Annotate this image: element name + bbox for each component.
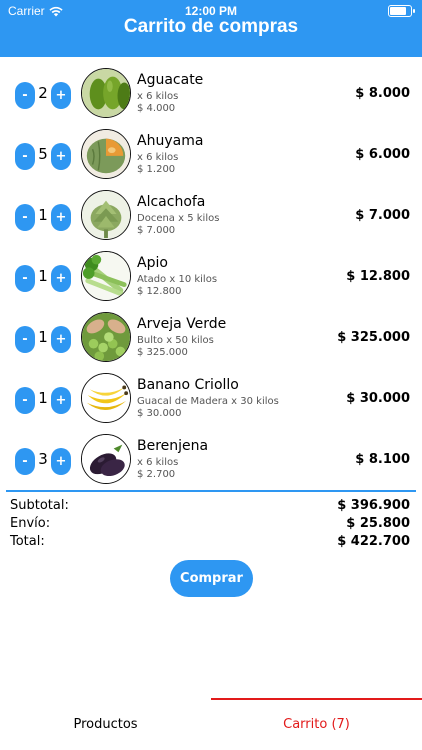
product-unit-price: $ 4.000 [137, 103, 176, 114]
total-value: $ 422.700 [337, 534, 410, 549]
product-unit-price: $ 7.000 [137, 225, 176, 236]
shipping-row: Envío: $ 25.800 [10, 516, 410, 534]
cart-item: - 1 + Arveja Verde Bulto x 50 kilos $ 32… [0, 306, 422, 367]
decrease-quantity-button[interactable]: - [15, 448, 35, 475]
product-total: $ 7.000 [355, 208, 410, 223]
cart-item: - 5 + Ahuyama x 6 kilos $ 1.200 $ 6.000 [0, 123, 422, 184]
product-unit-price: $ 30.000 [137, 408, 182, 419]
product-unit-price: $ 2.700 [137, 469, 176, 480]
order-summary: Subtotal: $ 396.900 Envío: $ 25.800 Tota… [10, 498, 410, 552]
celery-image [81, 251, 131, 301]
battery-level [390, 7, 406, 15]
decrease-quantity-button[interactable]: - [15, 326, 35, 353]
eggplant-image [81, 434, 131, 484]
product-total: $ 30.000 [346, 391, 410, 406]
quantity-value: 2 [38, 84, 48, 102]
increase-quantity-button[interactable]: + [51, 448, 71, 475]
product-name: Arveja Verde [137, 316, 227, 332]
cart-item: - 1 + Alcachofa Docena x 5 kilos $ 7.000… [0, 184, 422, 245]
product-total: $ 12.800 [346, 269, 410, 284]
quantity-value: 3 [38, 450, 48, 468]
banana-image [81, 373, 131, 423]
cart-item: - 3 + Berenjena x 6 kilos $ 2.700 $ 8.10… [0, 428, 422, 489]
artichoke-image [81, 190, 131, 240]
increase-quantity-button[interactable]: + [51, 204, 71, 231]
product-name: Apio [137, 255, 168, 271]
product-unit-price: $ 325.000 [137, 347, 188, 358]
product-total: $ 8.000 [355, 86, 410, 101]
buy-button[interactable]: Comprar [170, 560, 253, 597]
total-row: Total: $ 422.700 [10, 534, 410, 552]
product-unit: x 6 kilos [137, 457, 179, 468]
subtotal-label: Subtotal: [10, 498, 69, 513]
product-total: $ 6.000 [355, 147, 410, 162]
tab-products[interactable]: Productos [0, 698, 211, 750]
avocado-image [81, 68, 131, 118]
product-name: Banano Criollo [137, 377, 239, 393]
summary-divider [6, 490, 416, 492]
quantity-value: 5 [38, 145, 48, 163]
shipping-value: $ 25.800 [346, 516, 410, 531]
increase-quantity-button[interactable]: + [51, 265, 71, 292]
product-unit: x 6 kilos [137, 152, 179, 163]
decrease-quantity-button[interactable]: - [15, 143, 35, 170]
product-unit: x 6 kilos [137, 91, 179, 102]
increase-quantity-button[interactable]: + [51, 82, 71, 109]
squash-image [81, 129, 131, 179]
cart-item: - 1 + Apio Atado x 10 kilos $ 12.800 $ 1… [0, 245, 422, 306]
quantity-value: 1 [38, 389, 48, 407]
page-title: Carrito de compras [123, 16, 299, 37]
total-label: Total: [10, 534, 45, 549]
product-name: Aguacate [137, 72, 204, 88]
product-total: $ 325.000 [337, 330, 410, 345]
tab-bar: Productos Carrito (7) [0, 698, 422, 750]
peas-image [81, 312, 131, 362]
subtotal-value: $ 396.900 [337, 498, 410, 513]
cart-item: - 2 + Aguacate x 6 kilos $ 4.000 $ 8.000 [0, 62, 422, 123]
increase-quantity-button[interactable]: + [51, 143, 71, 170]
product-unit: Bulto x 50 kilos [137, 335, 214, 346]
product-name: Berenjena [137, 438, 209, 454]
subtotal-row: Subtotal: $ 396.900 [10, 498, 410, 516]
tab-cart[interactable]: Carrito (7) [211, 698, 422, 750]
decrease-quantity-button[interactable]: - [15, 204, 35, 231]
increase-quantity-button[interactable]: + [51, 326, 71, 353]
product-name: Ahuyama [137, 133, 204, 149]
product-name: Alcachofa [137, 194, 206, 210]
cart-item: - 1 + Banano Criollo Guacal de Madera x … [0, 367, 422, 428]
product-unit: Guacal de Madera x 30 kilos [137, 396, 279, 407]
decrease-quantity-button[interactable]: - [15, 265, 35, 292]
product-unit: Atado x 10 kilos [137, 274, 218, 285]
decrease-quantity-button[interactable]: - [15, 82, 35, 109]
increase-quantity-button[interactable]: + [51, 387, 71, 414]
quantity-value: 1 [38, 267, 48, 285]
cart-list: - 2 + Aguacate x 6 kilos $ 4.000 $ 8.000… [0, 62, 422, 489]
product-unit-price: $ 12.800 [137, 286, 182, 297]
quantity-value: 1 [38, 328, 48, 346]
product-unit: Docena x 5 kilos [137, 213, 220, 224]
quantity-value: 1 [38, 206, 48, 224]
product-unit-price: $ 1.200 [137, 164, 176, 175]
shipping-label: Envío: [10, 516, 51, 531]
decrease-quantity-button[interactable]: - [15, 387, 35, 414]
product-total: $ 8.100 [355, 452, 410, 467]
app-header: Carrier 12:00 PM Carrito de compras [0, 0, 422, 57]
